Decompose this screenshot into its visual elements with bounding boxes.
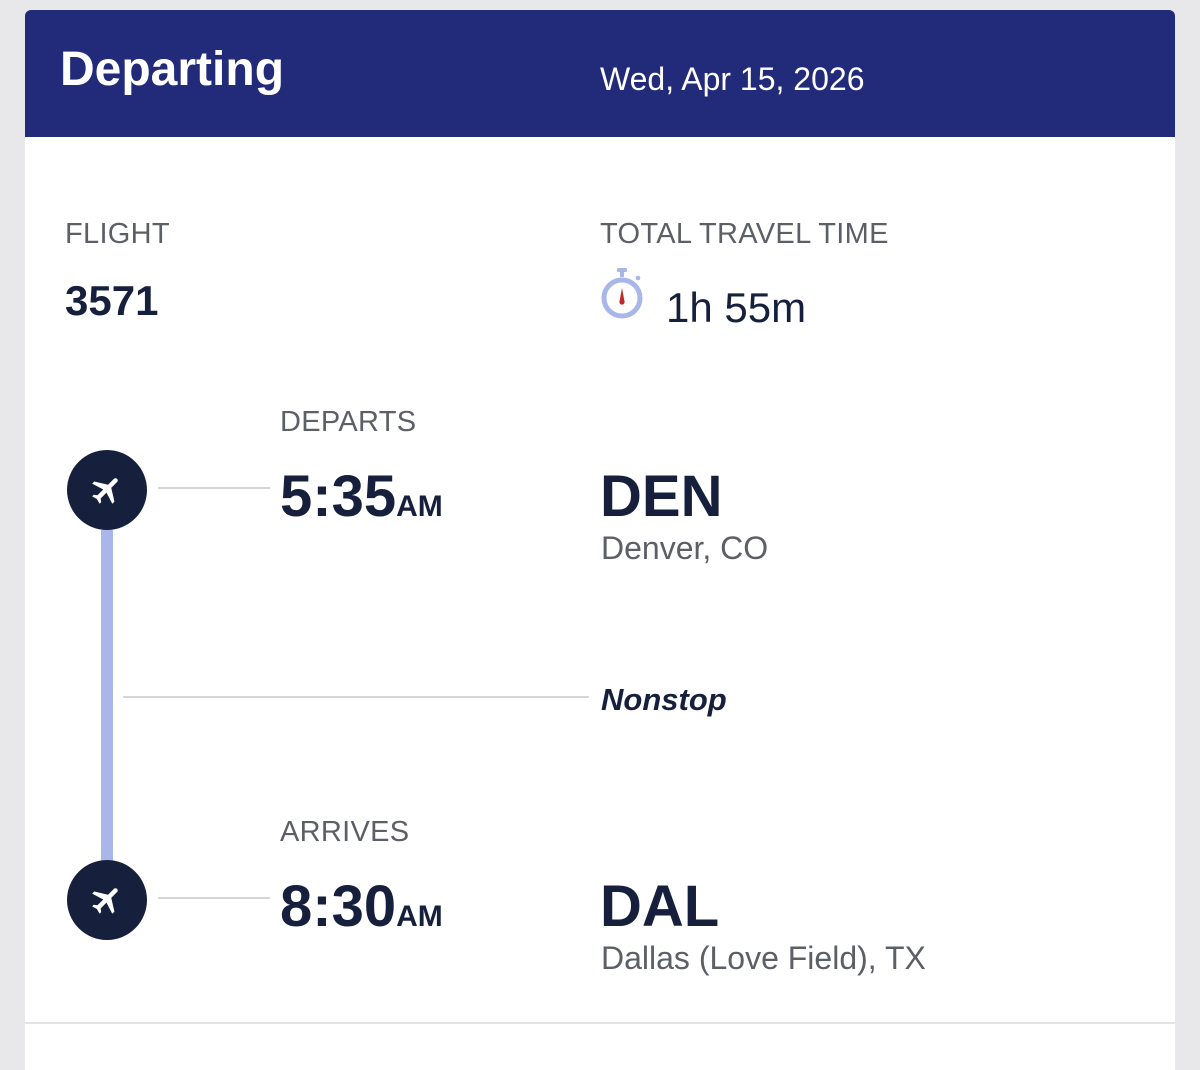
- stopwatch-icon: [601, 268, 643, 319]
- arrival-time-ampm: AM: [396, 900, 443, 933]
- flight-number: 3571: [65, 277, 159, 324]
- departure-city: Denver, CO: [601, 530, 769, 566]
- plane-icon: [92, 478, 118, 504]
- arrival-city: Dallas (Love Field), TX: [601, 940, 926, 976]
- card-bottom-divider: [25, 1022, 1175, 1024]
- plane-icon: [92, 888, 118, 914]
- arrives-label: ARRIVES: [280, 816, 410, 848]
- arrival-airport-code: DAL: [600, 874, 720, 939]
- travel-time-value: 1h 55m: [666, 284, 807, 331]
- arrival-plane-badge: [67, 860, 147, 940]
- flight-card: Departing Wed, Apr 15, 2026 FLIGHT 3571 …: [25, 10, 1175, 1070]
- arrival-connector: [158, 897, 270, 899]
- arrival-time-value: 8:30: [280, 874, 397, 939]
- departure-time: 5:35AM: [280, 468, 443, 526]
- travel-time-label: TOTAL TRAVEL TIME: [600, 218, 889, 250]
- timeline-bar: [101, 530, 113, 865]
- arrival-time: 8:30AM: [280, 878, 443, 936]
- departure-airport-code: DEN: [600, 464, 723, 529]
- flight-label: FLIGHT: [65, 218, 170, 250]
- header-title: Departing: [60, 43, 285, 96]
- header-date: Wed, Apr 15, 2026: [600, 61, 865, 97]
- departs-label: DEPARTS: [280, 406, 417, 438]
- departure-time-value: 5:35: [280, 464, 397, 529]
- departure-connector: [158, 487, 270, 489]
- nonstop-divider: [123, 696, 589, 698]
- stops-label: Nonstop: [601, 682, 727, 717]
- departure-time-ampm: AM: [396, 490, 443, 523]
- departure-plane-badge: [67, 450, 147, 530]
- card-header: Departing Wed, Apr 15, 2026: [25, 10, 1175, 137]
